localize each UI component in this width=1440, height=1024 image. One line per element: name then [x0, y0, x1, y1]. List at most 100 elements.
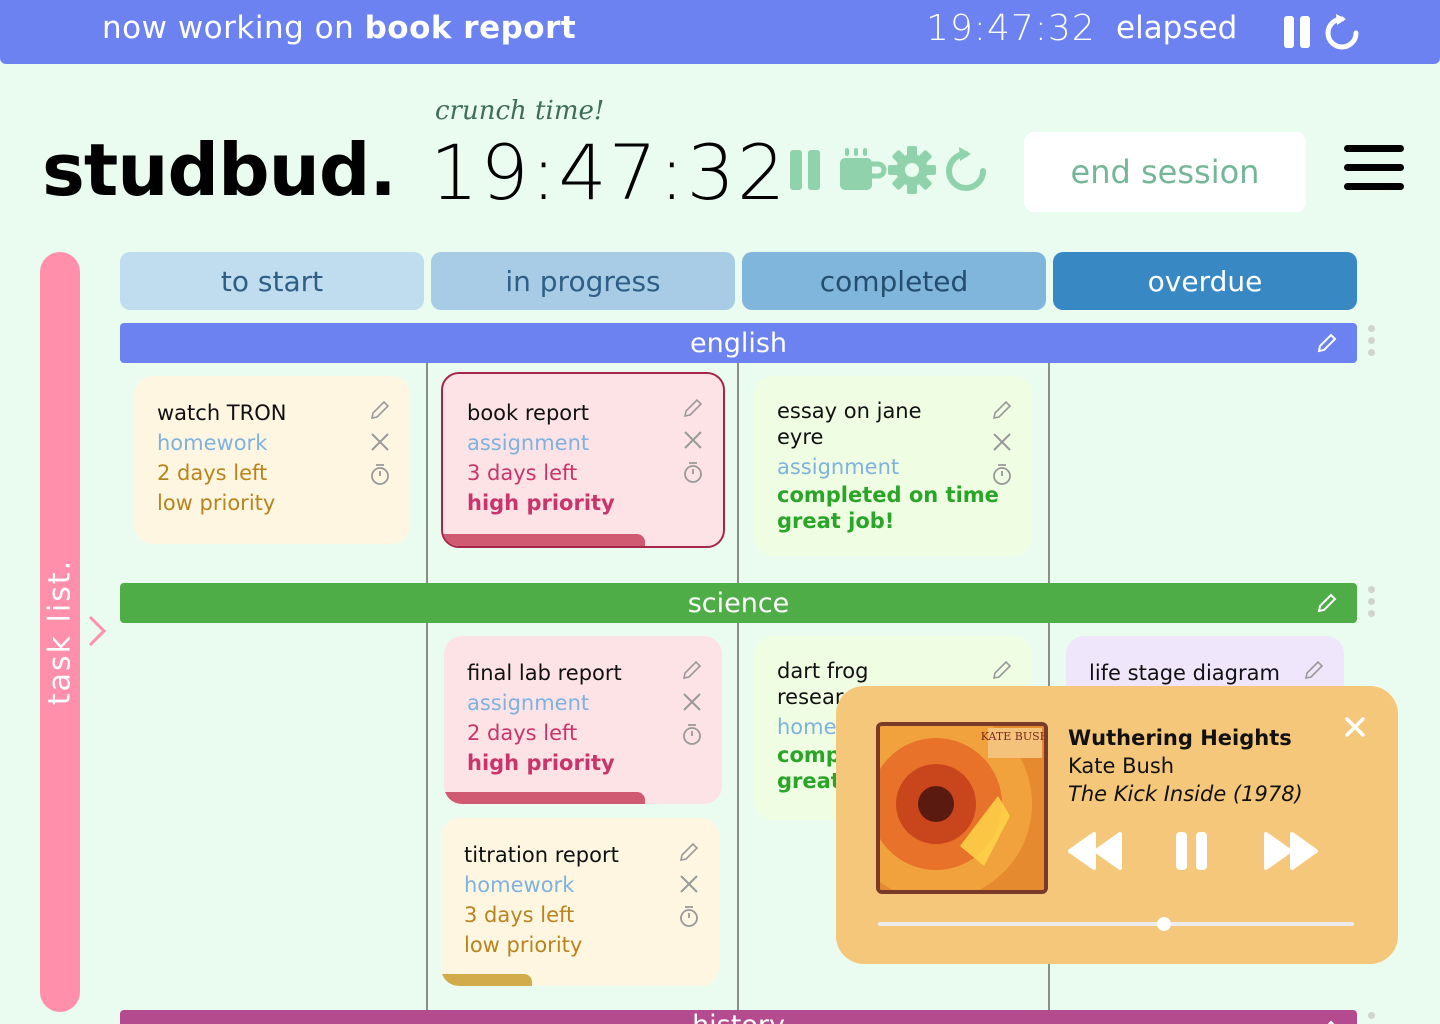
session-timer: 19:47:32 [430, 128, 788, 217]
edit-pencil-icon[interactable] [1302, 658, 1326, 682]
settings-gear-icon[interactable] [886, 144, 938, 196]
tagline: crunch time! [435, 96, 605, 126]
column-divider [426, 623, 428, 1010]
task-completed-status: completed on time [777, 483, 999, 507]
task-title-line-2: eyre [777, 425, 824, 449]
column-overdue[interactable]: overdue [1053, 252, 1357, 310]
working-prefix: now working on [102, 10, 355, 46]
album-art: KATE BUSH [876, 722, 1048, 894]
task-priority: high priority [467, 491, 615, 515]
delete-x-icon[interactable] [990, 430, 1014, 454]
subject-name: english [689, 327, 788, 359]
subject-header-history[interactable]: history [120, 1010, 1357, 1024]
fast-forward-icon[interactable] [1262, 830, 1320, 872]
task-title-line-1: dart frog [777, 659, 869, 683]
reset-icon[interactable] [940, 144, 992, 196]
close-icon[interactable] [1344, 716, 1366, 738]
edit-pencil-icon[interactable] [368, 398, 392, 422]
column-in-progress[interactable]: in progress [431, 252, 735, 310]
hamburger-menu-icon[interactable] [1344, 145, 1404, 193]
delete-x-icon[interactable] [677, 872, 701, 896]
task-due: 2 days left [467, 721, 578, 745]
session-bar: now working on book report 19:47:32 elap… [0, 0, 1440, 64]
task-due: 3 days left [467, 461, 578, 485]
task-card-final-lab-report[interactable]: final lab report assignment 2 days left … [444, 636, 722, 804]
column-divider [737, 363, 739, 583]
column-to-start[interactable]: to start [120, 252, 424, 310]
pause-icon[interactable] [1172, 830, 1212, 872]
task-card-watch-tron[interactable]: watch TRON homework 2 days left low prio… [134, 376, 410, 544]
timer-icon[interactable] [677, 904, 701, 928]
task-title: watch TRON [157, 401, 287, 425]
task-title: life stage diagram [1089, 661, 1280, 685]
coffee-break-icon[interactable] [836, 144, 888, 196]
column-divider [426, 363, 428, 583]
column-completed[interactable]: completed [742, 252, 1046, 310]
edit-pencil-icon[interactable] [1315, 1018, 1339, 1024]
task-type: homework [157, 431, 268, 455]
edit-pencil-icon[interactable] [680, 658, 704, 682]
song-title: Wuthering Heights [1068, 726, 1292, 750]
app-logo: studbud. [42, 128, 397, 212]
task-type: assignment [467, 431, 590, 455]
edit-pencil-icon[interactable] [681, 396, 705, 420]
song-artist: Kate Bush [1068, 754, 1175, 778]
task-completed-message: great job! [777, 509, 895, 533]
music-player: KATE BUSH Wuthering Heights Kate Bush Th… [836, 686, 1398, 964]
edit-pencil-icon[interactable] [677, 840, 701, 864]
timer-icon[interactable] [681, 460, 705, 484]
song-album: The Kick Inside (1978) [1068, 782, 1303, 806]
timer-icon[interactable] [680, 722, 704, 746]
task-title: final lab report [467, 661, 622, 685]
elapsed-label: elapsed [1116, 10, 1238, 46]
more-options-icon[interactable] [1366, 586, 1376, 622]
edit-pencil-icon[interactable] [990, 398, 1014, 422]
task-due: 3 days left [464, 903, 575, 927]
playback-progress-track[interactable] [878, 917, 1354, 931]
column-divider [1048, 363, 1050, 583]
chevron-right-icon[interactable] [86, 614, 108, 648]
more-options-icon[interactable] [1366, 325, 1376, 361]
album-art-text: KATE BUSH [981, 730, 1044, 743]
more-options-icon[interactable] [1366, 1012, 1376, 1024]
task-due: 2 days left [157, 461, 268, 485]
task-progress-bar [444, 792, 645, 804]
current-task-label: now working on book report [102, 10, 576, 46]
delete-x-icon[interactable] [681, 428, 705, 452]
pause-icon[interactable] [1280, 12, 1320, 52]
task-progress-bar [443, 534, 645, 546]
task-card-titration-report[interactable]: titration report homework 3 days left lo… [441, 818, 719, 986]
task-title: book report [467, 401, 590, 425]
task-type: assignment [467, 691, 590, 715]
subject-name: history [692, 1010, 785, 1024]
task-card-essay-jane-eyre[interactable]: essay on jane eyre assignment completed … [754, 376, 1032, 556]
task-type: assignment [777, 455, 900, 479]
subject-name: science [687, 587, 790, 619]
task-title: titration report [464, 843, 619, 867]
task-progress-bar [441, 974, 532, 986]
subject-header-english[interactable]: english [120, 323, 1357, 363]
working-task-name: book report [364, 10, 577, 46]
column-divider [737, 623, 739, 1010]
delete-x-icon[interactable] [368, 430, 392, 454]
task-title-line-1: essay on jane [777, 399, 922, 423]
timer-icon[interactable] [990, 462, 1014, 486]
pause-icon[interactable] [782, 144, 834, 196]
rewind-icon[interactable] [1066, 830, 1124, 872]
task-priority: low priority [464, 933, 583, 957]
task-priority: high priority [467, 751, 615, 775]
delete-x-icon[interactable] [680, 690, 704, 714]
restart-icon[interactable] [1322, 12, 1362, 52]
task-priority: low priority [157, 491, 276, 515]
task-list-label: task list. [42, 558, 78, 706]
edit-pencil-icon[interactable] [990, 658, 1014, 682]
task-type: homework [464, 873, 575, 897]
edit-pencil-icon[interactable] [1315, 591, 1339, 615]
timer-icon[interactable] [368, 462, 392, 486]
playback-progress-handle[interactable] [1156, 917, 1171, 931]
edit-pencil-icon[interactable] [1315, 331, 1339, 355]
task-card-book-report[interactable]: book report assignment 3 days left high … [441, 372, 725, 548]
subject-header-science[interactable]: science [120, 583, 1357, 623]
end-session-button[interactable]: end session [1024, 132, 1306, 212]
elapsed-time: 19:47:32 [926, 8, 1096, 49]
